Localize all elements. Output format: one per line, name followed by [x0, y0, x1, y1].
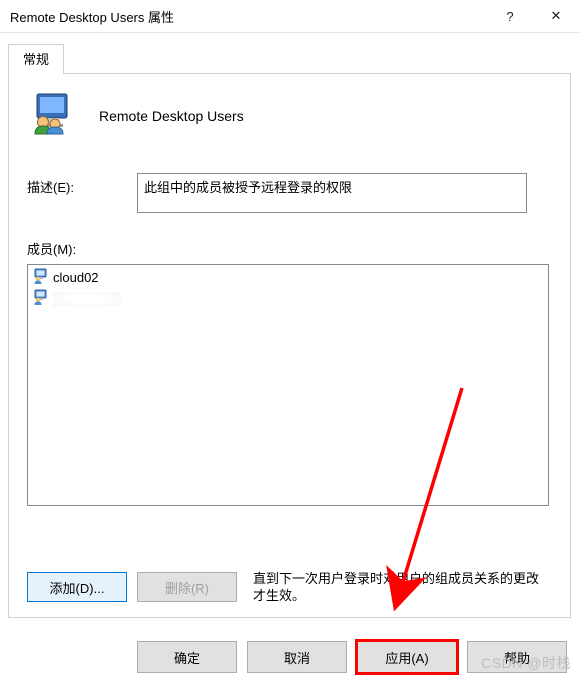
- titlebar: Remote Desktop Users 属性 ? ✕: [0, 0, 579, 33]
- members-note: 直到下一次用户登录时对用户的组成员关系的更改才生效。: [237, 570, 549, 605]
- cancel-button[interactable]: 取消: [247, 641, 347, 673]
- help-button[interactable]: ?: [487, 0, 533, 32]
- add-button[interactable]: 添加(D)...: [27, 572, 127, 602]
- window-title: Remote Desktop Users 属性: [10, 7, 487, 26]
- apply-button[interactable]: 应用(A): [357, 641, 457, 673]
- member-actions-row: 添加(D)... 删除(R) 直到下一次用户登录时对用户的组成员关系的更改才生效…: [27, 570, 549, 605]
- members-list[interactable]: cloud02: [27, 264, 549, 506]
- group-name: Remote Desktop Users: [99, 108, 244, 124]
- member-name: [53, 291, 121, 307]
- list-item[interactable]: [30, 288, 546, 309]
- general-panel: Remote Desktop Users 描述(E): 此组中的成员被授予远程登…: [8, 74, 571, 618]
- user-icon: [33, 289, 49, 308]
- list-item[interactable]: cloud02: [30, 267, 546, 288]
- description-label: 描述(E):: [27, 173, 137, 196]
- member-name: cloud02: [53, 270, 99, 285]
- group-icon: [31, 92, 75, 139]
- description-row: 描述(E): 此组中的成员被授予远程登录的权限: [27, 173, 552, 213]
- tab-general[interactable]: 常规: [8, 44, 64, 74]
- members-label: 成员(M):: [27, 239, 552, 258]
- tab-area: 常规 Remote Desktop Users 描述(E):: [0, 33, 579, 618]
- ok-button[interactable]: 确定: [137, 641, 237, 673]
- close-button[interactable]: ✕: [533, 0, 579, 32]
- help-dialog-button[interactable]: 帮助: [467, 641, 567, 673]
- user-icon: [33, 268, 49, 287]
- remove-button: 删除(R): [137, 572, 237, 602]
- description-field[interactable]: 此组中的成员被授予远程登录的权限: [137, 173, 527, 213]
- obscured-text: [53, 292, 121, 306]
- tab-strip: 常规: [8, 43, 571, 74]
- group-header: Remote Desktop Users: [31, 92, 552, 139]
- dialog-button-row: 确定 取消 应用(A) 帮助: [137, 641, 567, 673]
